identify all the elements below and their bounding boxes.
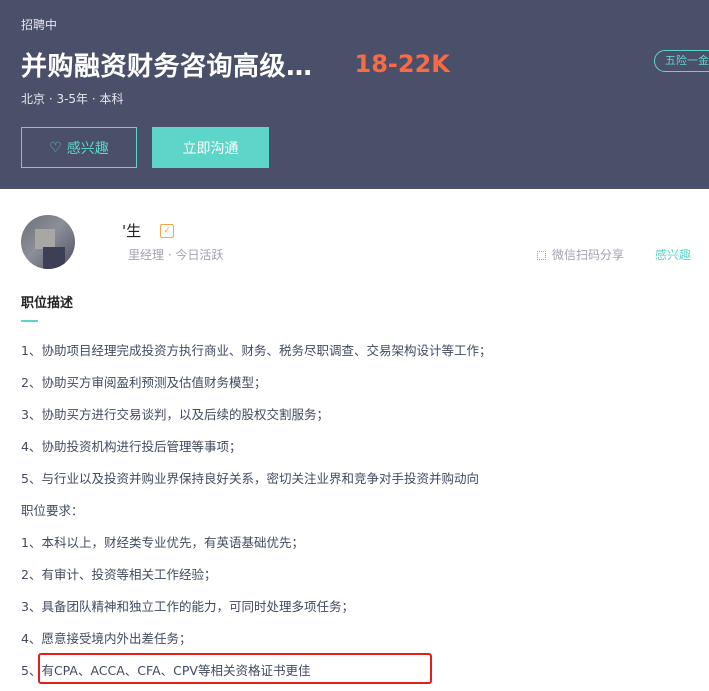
requirement-line: 2、有审计、投资等相关工作经验； bbox=[21, 567, 217, 582]
avatar-blur bbox=[43, 247, 65, 269]
requirement-line: 4、愿意接受境内外出差任务； bbox=[21, 631, 192, 646]
requirement-line: 3、具备团队精神和独立工作的能力，可同时处理多项任务； bbox=[21, 599, 354, 614]
interest-button-label: 感兴趣 bbox=[66, 140, 109, 157]
interest-link[interactable]: 感兴趣 bbox=[655, 246, 691, 263]
job-meta: 北京 · 3-5年 · 本科 bbox=[21, 92, 124, 106]
wechat-share-label: 微信扫码分享 bbox=[552, 248, 625, 262]
avatar-blur bbox=[35, 229, 55, 249]
description-line: 5、与行业以及投资并购业界保持良好关系，密切关注业界和竞争对手投资并购动向 bbox=[21, 471, 479, 486]
job-status: 招聘中 bbox=[21, 18, 58, 32]
recruiter-name: '生 bbox=[122, 222, 142, 240]
benefit-tag: 五险一金 bbox=[654, 50, 709, 72]
job-header: 招聘中 并购融资财务咨询高级… 18-22K 五险一金 北京 · 3-5年 · … bbox=[0, 0, 709, 189]
qr-code-icon bbox=[537, 251, 546, 260]
recruiter-meta: 里经理 · 今日活跃 bbox=[128, 248, 224, 262]
section-underline bbox=[21, 320, 38, 322]
interest-button[interactable]: ♡ 感兴趣 bbox=[21, 127, 137, 168]
avatar[interactable] bbox=[21, 215, 75, 269]
description-line: 2、协助买方审阅盈利预测及估值财务模型； bbox=[21, 375, 267, 390]
description-line: 1、协助项目经理完成投资方执行商业、财务、税务尽职调查、交易架构设计等工作； bbox=[21, 343, 492, 358]
verified-icon: ✓ bbox=[160, 224, 174, 238]
section-title: 职位描述 bbox=[21, 296, 74, 311]
job-title: 并购融资财务咨询高级… bbox=[21, 51, 313, 82]
salary: 18-22K bbox=[354, 50, 450, 78]
requirements-heading: 职位要求： bbox=[21, 503, 84, 518]
heart-icon: ♡ bbox=[49, 139, 62, 156]
wechat-share[interactable]: 微信扫码分享 bbox=[537, 246, 624, 263]
description-line: 3、协助买方进行交易谈判，以及后续的股权交割服务； bbox=[21, 407, 329, 422]
title-row: 并购融资财务咨询高级… 18-22K bbox=[21, 44, 450, 84]
highlight-box bbox=[38, 653, 432, 684]
chat-now-button[interactable]: 立即沟通 bbox=[152, 127, 269, 168]
requirement-line: 1、本科以上，财经类专业优先，有英语基础优先； bbox=[21, 535, 304, 550]
description-line: 4、协助投资机构进行投后管理等事项； bbox=[21, 439, 242, 454]
